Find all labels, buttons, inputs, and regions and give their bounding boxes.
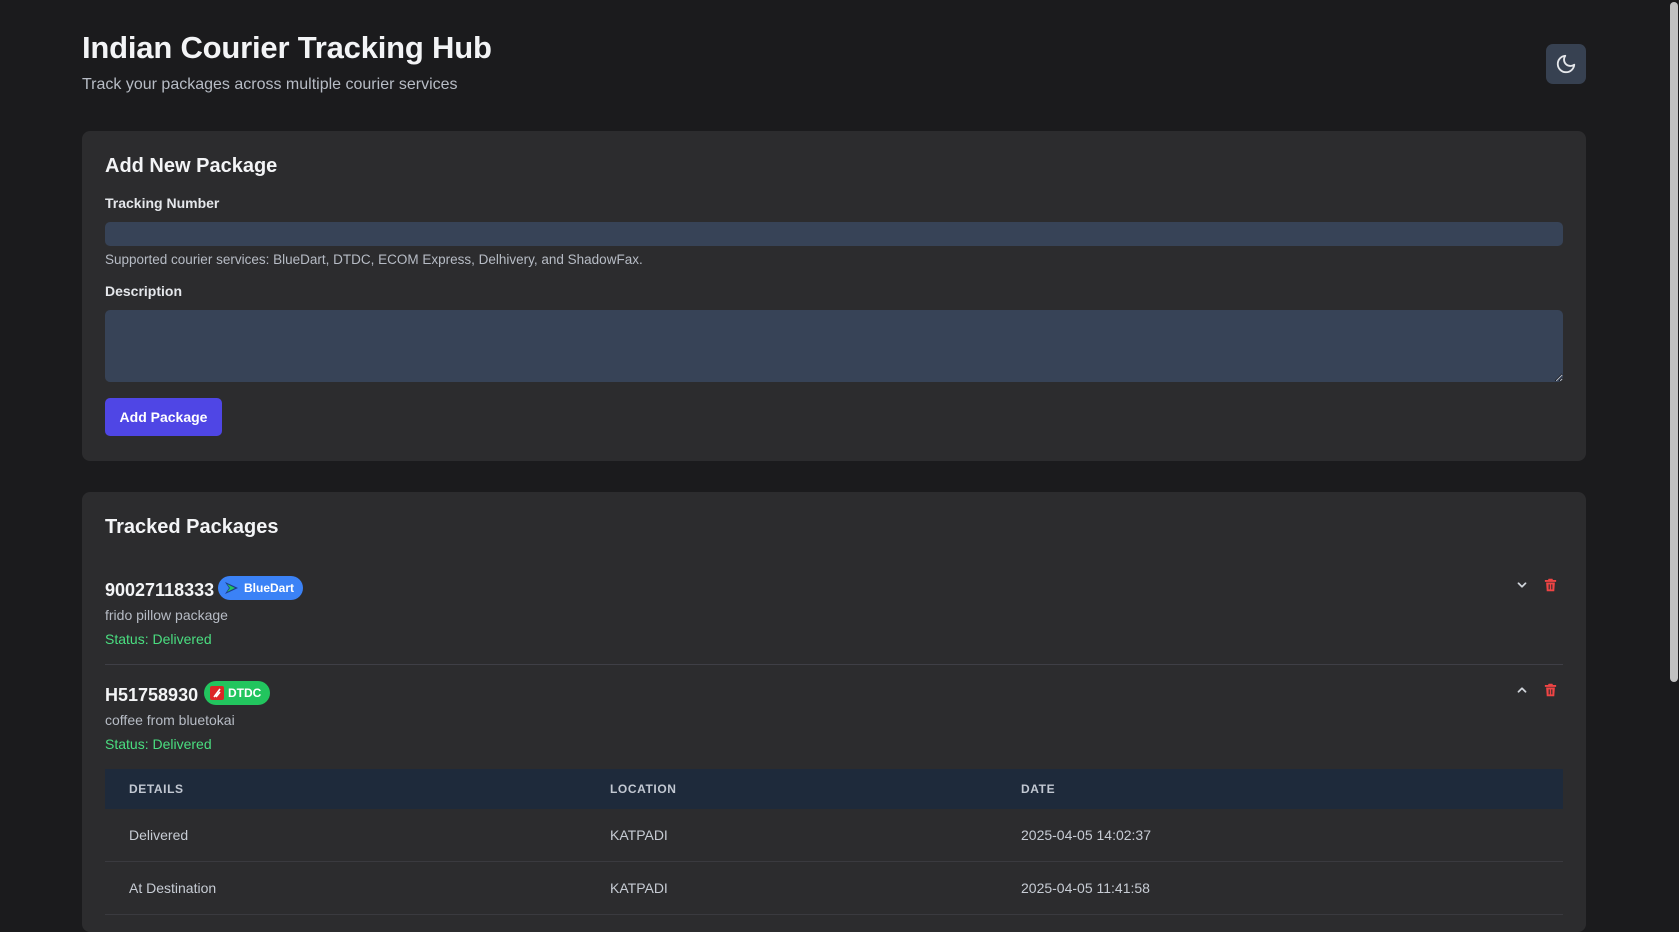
cell-location: KATPADI: [586, 861, 997, 915]
courier-badge-label: BlueDart: [244, 581, 295, 595]
chevron-up-icon: [1517, 687, 1527, 693]
chevron-down-icon: [1517, 582, 1527, 588]
table-row: Delivered KATPADI 2025-04-05 14:02:37: [105, 809, 1563, 862]
cell-location: KATPADI: [586, 809, 997, 862]
description-input[interactable]: [105, 310, 1563, 382]
delete-package-button[interactable]: [1541, 681, 1559, 699]
header: Indian Courier Tracking Hub Track your p…: [82, 0, 1586, 131]
tracking-number-input[interactable]: [105, 222, 1563, 246]
theme-toggle-button[interactable]: [1546, 44, 1586, 84]
cell-details: At Destination: [105, 861, 586, 915]
courier-badge-bluedart: BlueDart: [218, 576, 304, 600]
dtdc-logo-icon: [210, 686, 224, 700]
column-header-location: LOCATION: [586, 769, 997, 809]
package-tracking-number: 90027118333: [105, 580, 215, 600]
cell-date: 2025-04-05 14:02:37: [997, 809, 1563, 862]
cell-details: Delivered: [105, 809, 586, 862]
add-package-title: Add New Package: [105, 155, 278, 177]
app-subtitle: Track your packages across multiple cour…: [82, 76, 458, 93]
page-scrollbar[interactable]: [1669, 0, 1679, 904]
moon-icon: [1556, 54, 1576, 74]
package-description: frido pillow package: [105, 607, 228, 623]
tracked-packages-title: Tracked Packages: [105, 516, 279, 538]
package-status: Status: Delivered: [105, 736, 212, 752]
table-row: At Destination KATPADI 2025-04-05 11:41:…: [105, 861, 1563, 915]
page: Indian Courier Tracking Hub Track your p…: [82, 0, 1586, 932]
bluedart-logo-icon: [225, 582, 238, 594]
scrollbar-thumb[interactable]: [1670, 2, 1678, 682]
tracking-number-label: Tracking Number: [105, 195, 220, 211]
column-header-details: DETAILS: [105, 769, 586, 809]
app-title: Indian Courier Tracking Hub: [82, 30, 492, 65]
delete-package-button[interactable]: [1541, 576, 1559, 594]
add-package-button[interactable]: Add Package: [105, 398, 222, 436]
package-tracking-number: H51758930: [105, 685, 199, 705]
add-package-card: Add New Package Tracking Number Supporte…: [82, 131, 1586, 461]
collapse-toggle-button[interactable]: [1513, 681, 1531, 699]
expand-toggle-button[interactable]: [1513, 576, 1531, 594]
supported-couriers-helper: Supported courier services: BlueDart, DT…: [105, 252, 643, 267]
description-label: Description: [105, 283, 183, 299]
tracked-packages-card: Tracked Packages 90027118333 BlueDart fr…: [82, 492, 1586, 932]
courier-badge-dtdc: DTDC: [204, 681, 271, 705]
table-header-row: DETAILS LOCATION DATE: [105, 769, 1563, 809]
column-header-date: DATE: [997, 769, 1563, 809]
package-status: Status: Delivered: [105, 631, 212, 647]
trash-icon: [1544, 683, 1556, 697]
courier-badge-label: DTDC: [228, 686, 262, 700]
package-divider: [105, 664, 1563, 665]
tracking-history-table: DETAILS LOCATION DATE Delivered KATPADI …: [105, 769, 1563, 915]
package-description: coffee from bluetokai: [105, 712, 235, 728]
cell-date: 2025-04-05 11:41:58: [997, 861, 1563, 915]
trash-icon: [1544, 578, 1556, 592]
